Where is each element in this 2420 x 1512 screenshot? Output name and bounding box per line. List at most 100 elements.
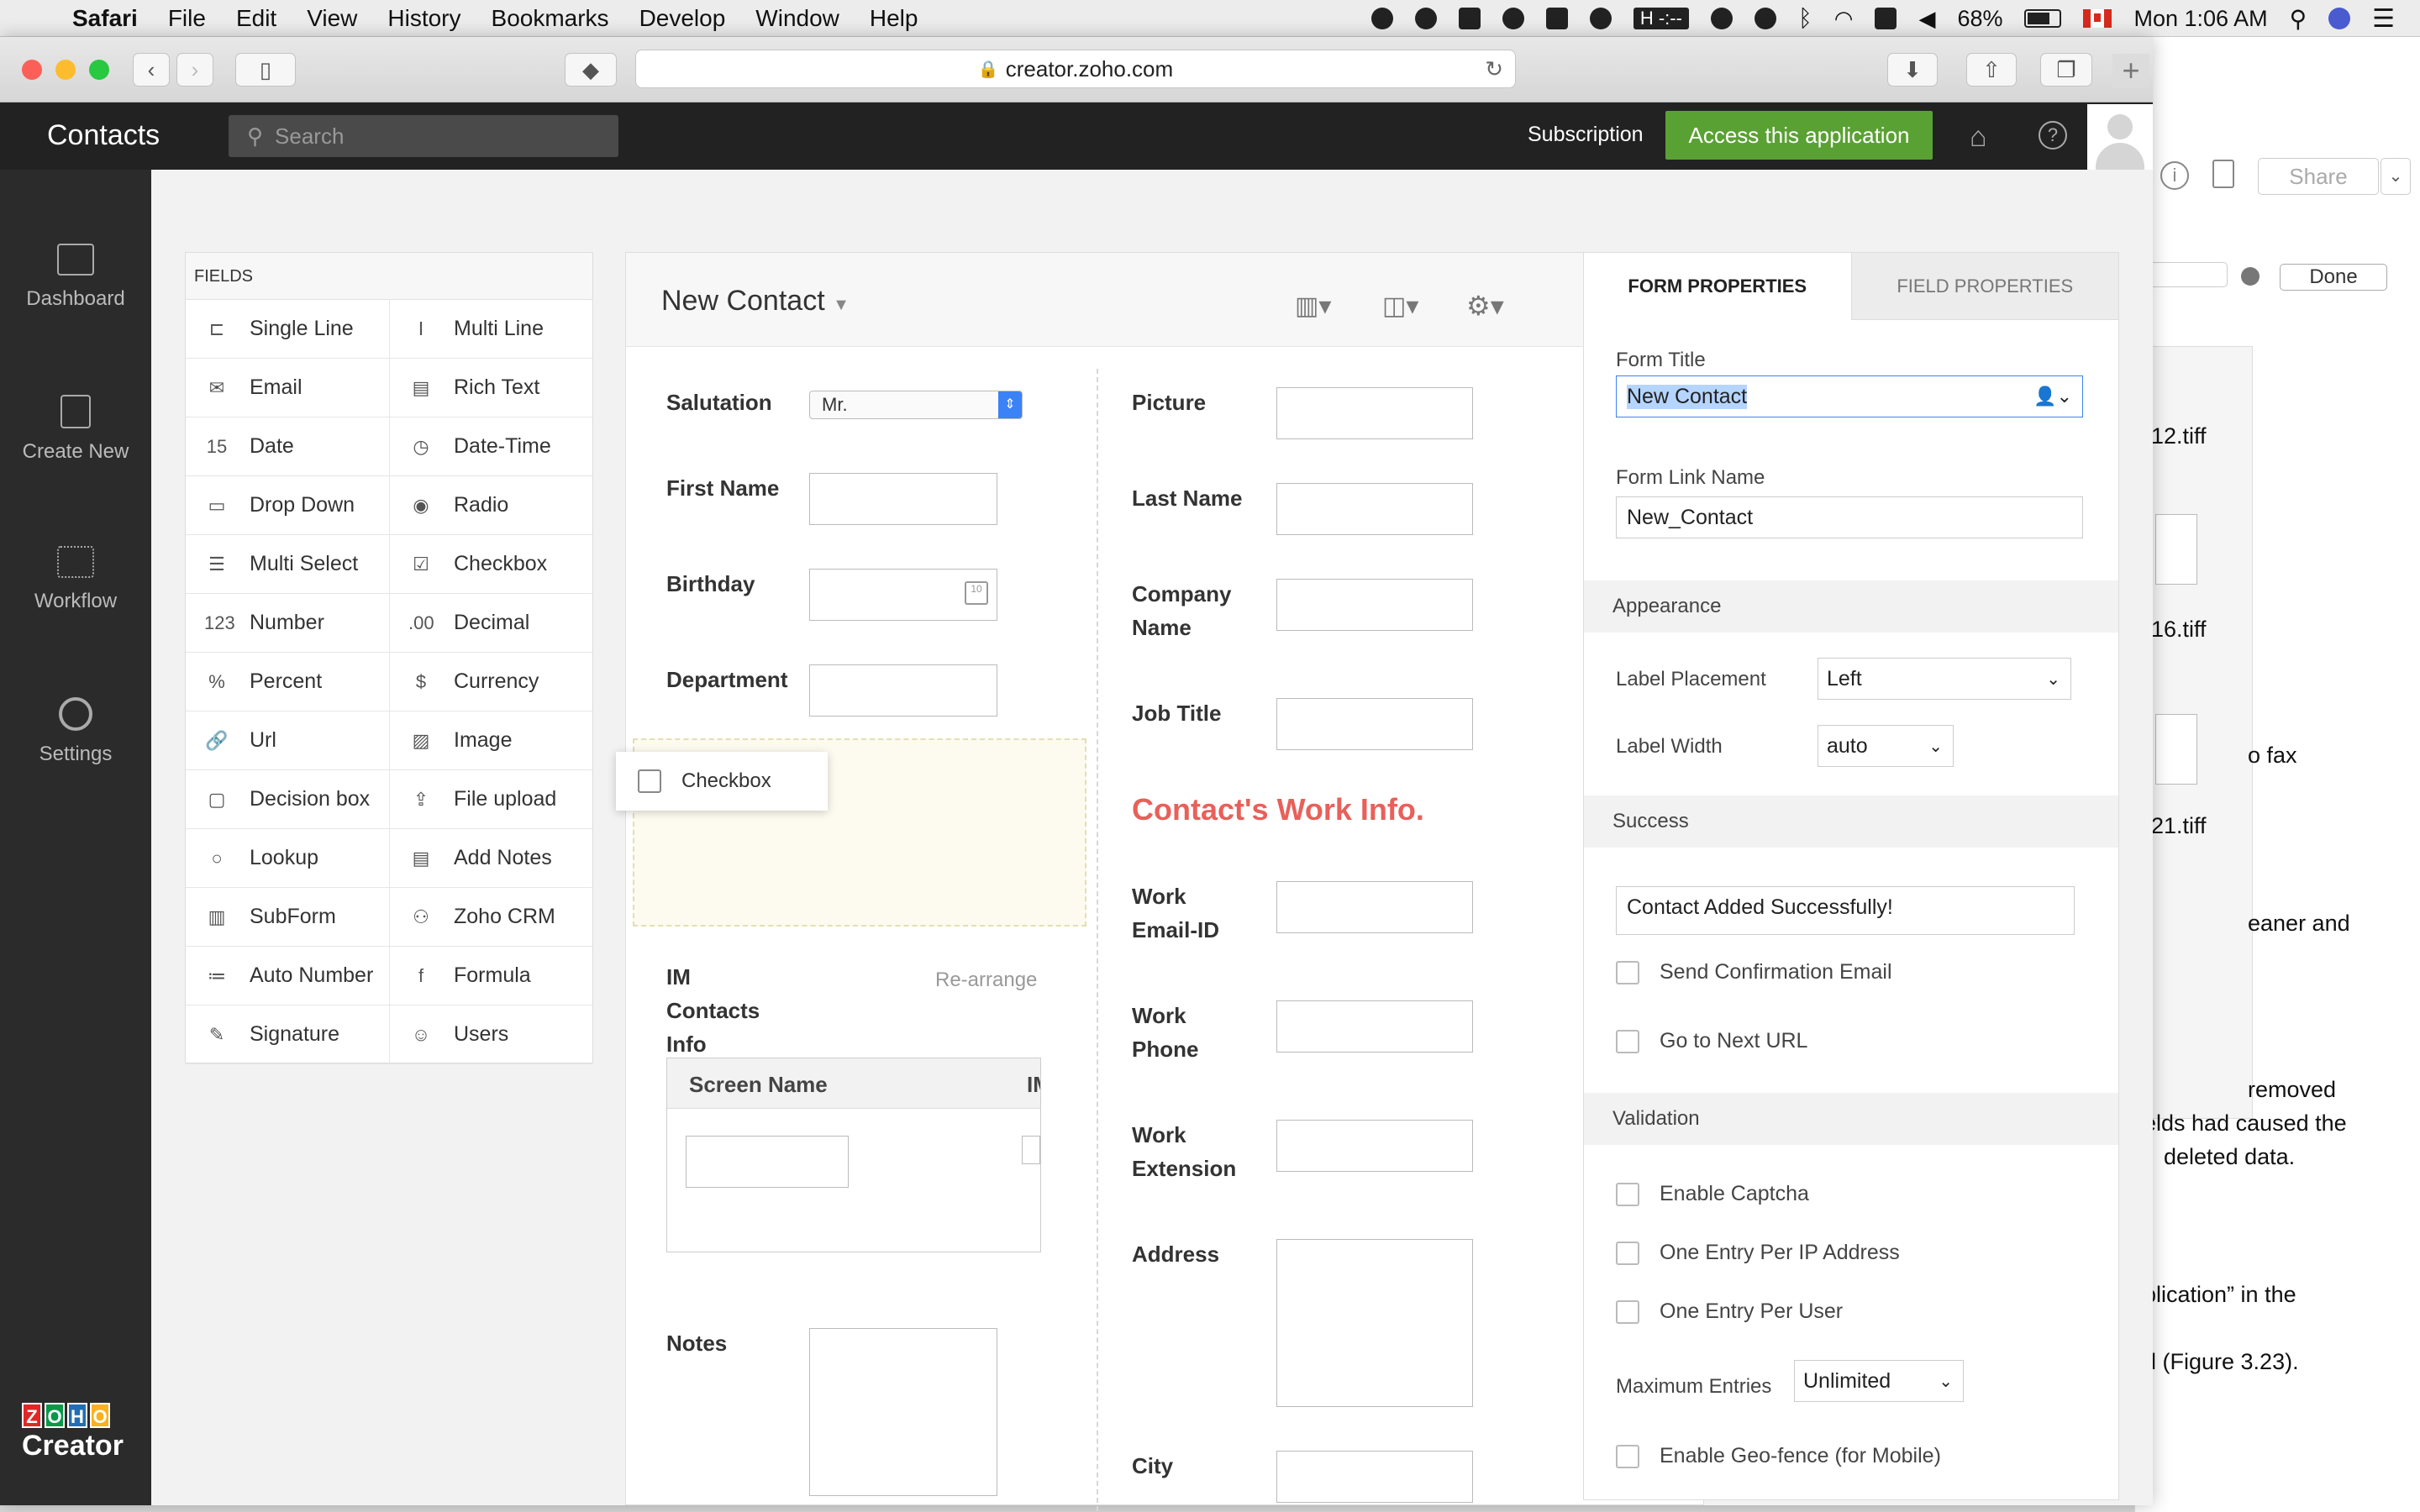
menu-develop[interactable]: Develop [639,5,726,32]
per-ip-checkbox[interactable]: One Entry Per IP Address [1616,1241,1900,1265]
tabs-overview-icon[interactable]: ❐ [2040,53,2092,87]
job-title-input[interactable] [1276,698,1473,750]
downloads-icon[interactable]: ⬇ [1887,53,1938,87]
dragged-checkbox-field[interactable]: Checkbox [616,752,828,811]
share-icon[interactable]: ⇧ [1966,53,2017,87]
send-confirmation-email-checkbox[interactable]: Send Confirmation Email [1616,960,1892,984]
bg-clear-icon[interactable] [2241,267,2260,286]
volume-icon[interactable]: ◀ [1918,6,1935,32]
bg-share-button[interactable]: Share [2258,158,2379,195]
field-type-zoho-crm[interactable]: ⚇ Zoho CRM [389,888,592,947]
label-placement-select[interactable]: Left ⌄ [1818,658,2071,700]
sync-icon[interactable] [1414,8,1437,29]
sidebar-toggle-icon[interactable]: ▯ [235,53,296,87]
menu-window[interactable]: Window [755,5,839,32]
field-type-formula[interactable]: f Formula [389,947,592,1005]
time-machine-icon[interactable] [1754,8,1776,29]
field-type-decimal[interactable]: .00 Decimal [389,594,592,653]
captcha-checkbox[interactable]: Enable Captcha [1616,1182,1809,1206]
access-application-button[interactable]: Access this application [1665,111,1933,160]
success-message-textarea[interactable]: Contact Added Successfully! [1616,886,2075,935]
menu-file[interactable]: File [168,5,206,32]
field-type-percent[interactable]: % Percent [186,653,389,711]
spotlight-icon[interactable]: ⚲ [2290,5,2307,33]
bg-share-chevron-icon[interactable]: ⌄ [2381,158,2411,195]
geofence-checkbox[interactable]: Enable Geo-fence (for Mobile) [1616,1444,1941,1468]
menu-history[interactable]: History [387,5,460,32]
field-type-file-upload[interactable]: ⇪ File upload [389,770,592,829]
close-window-button[interactable] [22,60,42,80]
nav-workflow[interactable]: Workflow [0,546,151,613]
home-icon[interactable]: ⌂ [1970,121,1987,154]
department-input[interactable] [809,664,997,717]
layout-icon[interactable]: ◫▾ [1382,291,1418,321]
battery-percent[interactable]: 68% [1957,6,2002,32]
work-phone-input[interactable] [1276,1000,1473,1053]
address-textarea[interactable] [1276,1239,1473,1407]
per-user-checkbox[interactable]: One Entry Per User [1616,1299,1843,1324]
menu-bookmarks[interactable]: Bookmarks [492,5,609,32]
nav-dashboard[interactable]: Dashboard [0,244,151,311]
location-icon[interactable] [1370,8,1393,29]
subscription-link[interactable]: Subscription [1528,123,1644,147]
field-type-email[interactable]: ✉ Email [186,359,389,417]
field-type-add-notes[interactable]: ▤ Add Notes [389,829,592,888]
blocked-icon[interactable] [1589,8,1612,29]
max-entries-select[interactable]: Unlimited ⌄ [1794,1360,1964,1402]
field-type-subform[interactable]: ▥ SubForm [186,888,389,947]
tab-field-properties[interactable]: FIELD PROPERTIES [1850,253,2118,320]
work-extension-input[interactable] [1276,1120,1473,1172]
next-url-checkbox[interactable]: Go to Next URL [1616,1029,1807,1053]
app-icon[interactable] [1458,8,1481,29]
field-type-single-line[interactable]: ⊏ Single Line [186,300,389,359]
avatar[interactable] [2087,104,2153,170]
field-type-auto-number[interactable]: ≔ Auto Number [186,947,389,1005]
field-type-number[interactable]: 123 Number [186,594,389,653]
canada-flag-icon[interactable] [2083,9,2112,28]
wifi-icon[interactable]: ◠ [1834,6,1854,32]
extension-icon[interactable]: ◆ [565,53,617,87]
field-type-checkbox[interactable]: ☑ Checkbox [389,535,592,594]
link-name-input[interactable]: New_Contact [1616,496,2083,538]
bg-done-button[interactable]: Done [2280,264,2387,291]
address-bar[interactable]: 🔒 creator.zoho.com ↻ [635,50,1516,88]
user-avatar-icon[interactable] [2328,8,2351,29]
new-tab-button[interactable]: + [2112,54,2149,87]
nav-create-new[interactable]: Create New [0,395,151,464]
menu-edit[interactable]: Edit [236,5,276,32]
search-input[interactable]: ⚲ Search [229,115,618,157]
airplay-icon[interactable] [1875,8,1897,29]
work-email-input[interactable] [1276,881,1473,933]
subform-col2-input[interactable] [1022,1136,1040,1164]
field-type-date[interactable]: 15 Date [186,417,389,476]
last-name-input[interactable] [1276,483,1473,535]
tab-form-properties[interactable]: FORM PROPERTIES [1584,253,1851,320]
field-type-users[interactable]: ☺ Users [389,1005,592,1064]
field-type-lookup[interactable]: ○ Lookup [186,829,389,888]
bluetooth-icon[interactable]: ᛒ [1798,5,1812,32]
bg-info-icon[interactable]: i [2160,161,2189,190]
back-button[interactable]: ‹ [133,53,170,87]
bg-trash-icon[interactable] [2212,160,2234,188]
notes-textarea[interactable] [809,1328,997,1496]
minus-circle-icon[interactable] [1502,8,1524,29]
menu-help[interactable]: Help [870,5,918,32]
form-title-dropdown[interactable]: New Contact ▼ [661,285,850,318]
picture-input[interactable] [1276,387,1473,439]
drive-icon[interactable] [1545,8,1568,29]
field-type-signature[interactable]: ✎ Signature [186,1005,389,1064]
nav-settings[interactable]: Settings [0,697,151,766]
birthday-input[interactable]: 10 [809,569,997,621]
salutation-select[interactable]: Mr. ⇕ [809,391,1023,419]
report-chart-icon[interactable]: ▥▾ [1295,291,1331,321]
label-width-select[interactable]: auto ⌄ [1818,725,1954,767]
field-type-radio[interactable]: ◉ Radio [389,476,592,535]
rearrange-link[interactable]: Re-arrange [935,969,1037,992]
battery-icon[interactable] [2024,9,2062,28]
first-name-input[interactable] [809,473,997,525]
city-input[interactable] [1276,1451,1473,1503]
user-picker-icon[interactable]: 👤⌄ [2033,386,2072,407]
field-type-multi-line[interactable]: Ⅰ Multi Line [389,300,592,359]
company-name-input[interactable] [1276,579,1473,631]
menu-view[interactable]: View [307,5,357,32]
